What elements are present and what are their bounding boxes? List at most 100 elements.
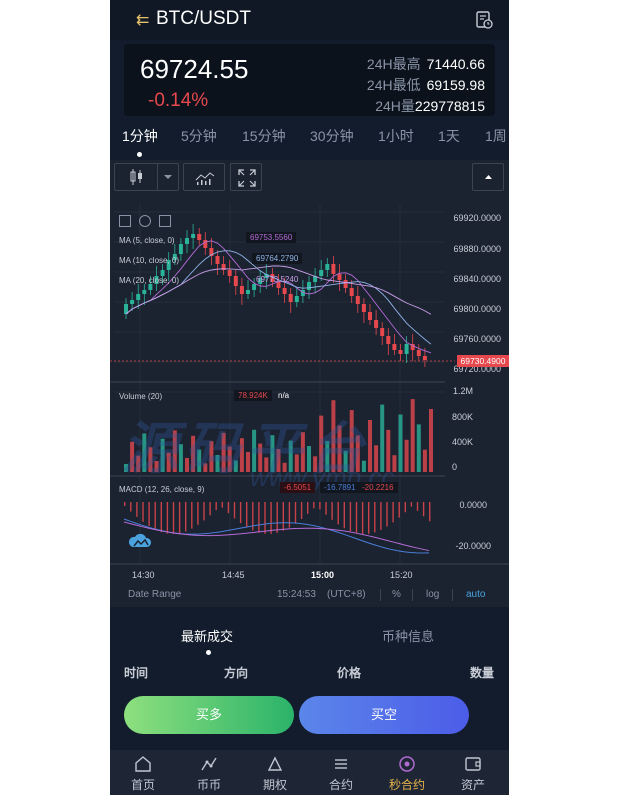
macd-bar (325, 502, 327, 515)
nav-assets[interactable]: 资产 (440, 750, 506, 795)
macd-bar (337, 502, 339, 525)
candlestick-icon (130, 169, 142, 185)
macd-bar (307, 502, 309, 514)
period-1w[interactable]: 1周 (485, 126, 507, 146)
vol-label: 800K (451, 412, 473, 422)
fullscreen-icon (238, 169, 256, 187)
candle-body (246, 290, 250, 294)
period-5m[interactable]: 5分钟 (181, 126, 217, 146)
macd-bar (142, 502, 144, 522)
clock-timezone[interactable]: (UTC+8) (327, 589, 366, 600)
period-1m[interactable]: 1分钟 (122, 126, 158, 146)
col-quantity: 数量 (470, 666, 495, 680)
stat-high-value: 71440.66 (426, 56, 485, 72)
home-icon (135, 756, 151, 772)
divider (452, 589, 453, 601)
macd-bar (331, 502, 333, 520)
macd-bar (246, 502, 248, 528)
macd-bar (404, 502, 406, 513)
x-label: 14:45 (222, 570, 245, 580)
candle-type-dropdown[interactable] (114, 163, 179, 191)
percent-toggle[interactable]: % (392, 589, 401, 600)
macd-value: -6.5051 (280, 482, 316, 493)
macd-bar (429, 502, 431, 522)
macd-bar (270, 502, 272, 534)
pair-title[interactable]: BTC/USDT (156, 8, 251, 30)
buy-short-button[interactable]: 买空 (299, 696, 469, 734)
cloud-icon[interactable] (128, 532, 152, 548)
macd-bar (422, 502, 425, 517)
candle-body (380, 328, 385, 336)
ma10-value: 69764.2790 (252, 253, 303, 264)
period-1h[interactable]: 1小时 (378, 126, 414, 146)
period-30m[interactable]: 30分钟 (310, 126, 354, 146)
period-15m[interactable]: 15分钟 (242, 126, 286, 146)
nav-spot[interactable]: 币币 (176, 750, 242, 795)
candle-body (319, 270, 324, 276)
fullscreen-button[interactable] (230, 163, 262, 191)
nav-options[interactable]: 期权 (242, 750, 308, 795)
back-icon[interactable]: ⇇ (136, 10, 154, 30)
chart-plot-area[interactable]: 源码平台 www.ymp.cc MA (5, close, 0) MA (10,… (110, 204, 509, 607)
watermark: 源码平台 www.ymp.cc (110, 404, 509, 492)
stat-volume: 24H量229778815 (375, 96, 485, 116)
candle-body (191, 234, 196, 238)
collapse-chart-button[interactable] (472, 163, 504, 191)
macd-bar (416, 502, 419, 511)
macd-bar (368, 502, 370, 534)
indicators-icon (195, 172, 215, 185)
stat-low: 24H最低 69159.98 (367, 75, 485, 95)
x-label: 15:00 (311, 570, 335, 580)
volume-na: n/a (278, 391, 290, 400)
auto-toggle[interactable]: auto (466, 589, 485, 600)
buy-long-button[interactable]: 买多 (124, 696, 294, 734)
macd-bar (392, 502, 394, 523)
nav-second-contract[interactable]: 秒合约 (374, 750, 440, 795)
vol-label: 400K (451, 437, 473, 447)
candle-body (215, 256, 220, 264)
period-1d[interactable]: 1天 (438, 126, 460, 146)
last-price: 69724.55 (140, 54, 249, 84)
volume-value: 78.924K (234, 390, 272, 401)
candle-body (239, 286, 244, 294)
candle-body (197, 234, 202, 240)
history-icon[interactable] (476, 11, 493, 29)
macd-bar (258, 502, 260, 533)
kline-chart[interactable]: 源码平台 www.ymp.cc MA (5, close, 0) MA (10,… (110, 160, 509, 607)
macd-bar (148, 502, 150, 527)
macd-bar (166, 502, 169, 534)
candle-body (288, 294, 293, 302)
y-label: 69760.0000 (453, 334, 501, 344)
x-label: 15:20 (390, 570, 413, 580)
macd-legend: MACD (12, 26, close, 9) (119, 485, 205, 494)
macd-bar (288, 502, 291, 528)
macd-bar (398, 502, 400, 518)
nav-assets-label: 资产 (460, 778, 485, 792)
candle-body (422, 356, 427, 360)
macd-bar (160, 502, 162, 533)
tab-coin-info[interactable]: 币种信息 (382, 626, 434, 645)
nav-contract[interactable]: 合约 (308, 750, 374, 795)
candle-body (185, 238, 189, 244)
candle-body (136, 294, 141, 300)
indicators-button[interactable] (183, 163, 225, 191)
trade-icon (201, 757, 217, 771)
date-range-button[interactable]: Date Range (128, 589, 181, 600)
candle-body (227, 270, 232, 276)
nav-contract-label: 合约 (328, 778, 353, 792)
tab-latest-trades[interactable]: 最新成交 (181, 626, 233, 645)
log-toggle[interactable]: log (426, 589, 439, 600)
ma5-legend: MA (5, close, 0) (119, 236, 175, 245)
macd-bar (343, 502, 345, 529)
macd-bar (313, 502, 315, 509)
macd-bar (349, 502, 352, 532)
stat-volume-label: 24H量 (375, 98, 415, 114)
nav-home[interactable]: 首页 (110, 750, 176, 795)
ma10-legend: MA (10, close, 0) (119, 256, 180, 265)
candle-body (282, 288, 287, 294)
macd-bar (197, 502, 199, 525)
period-tabs: 1分钟 5分钟 15分钟 30分钟 1小时 1天 1周 (110, 126, 509, 160)
trades-tabs: 最新成交 币种信息 (110, 614, 509, 656)
macd-bar (233, 502, 236, 519)
candle-body (386, 336, 391, 344)
